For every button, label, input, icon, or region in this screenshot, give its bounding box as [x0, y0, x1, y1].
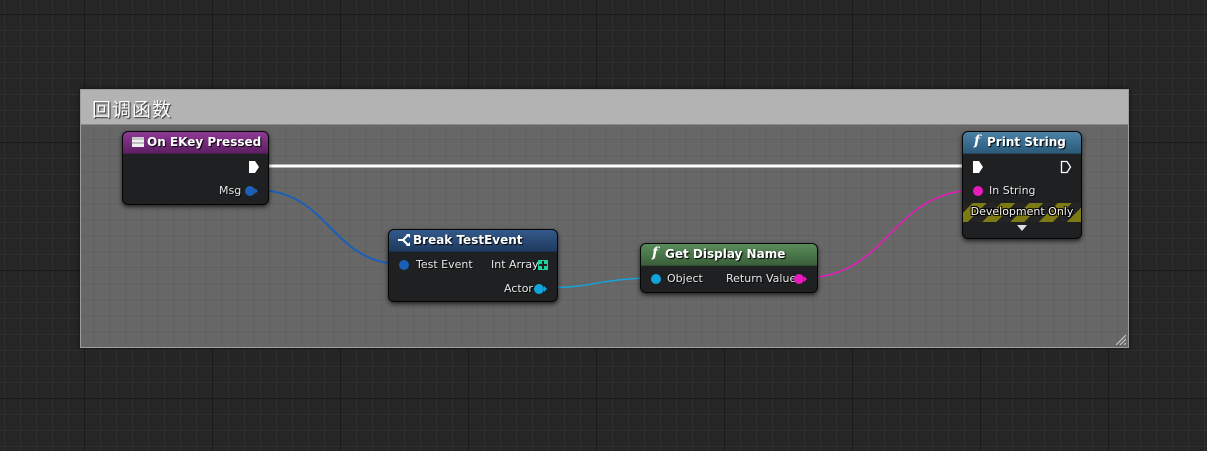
development-only-label: Development Only	[970, 205, 1074, 218]
function-icon: f	[974, 133, 981, 149]
node-print-string[interactable]: f Print String In String Development Onl…	[962, 131, 1082, 239]
int-array-pin[interactable]	[538, 260, 548, 270]
exec-out-pin[interactable]	[1060, 160, 1072, 174]
node-on-ekey-pressed[interactable]: On EKey Pressed Msg	[122, 131, 269, 205]
development-only-banner: Development Only	[963, 203, 1081, 222]
comment-header[interactable]: 回调函数	[81, 90, 1128, 125]
resize-grip-icon[interactable]	[1114, 333, 1126, 345]
node-title: On EKey Pressed	[147, 135, 262, 149]
in-string-pin[interactable]	[972, 185, 986, 197]
event-icon	[132, 137, 144, 147]
object-pin[interactable]	[650, 273, 664, 285]
pin-label-object: Object	[667, 272, 703, 285]
exec-out-pin[interactable]	[248, 160, 260, 174]
break-struct-icon	[398, 234, 410, 246]
pin-label-test-event: Test Event	[416, 258, 473, 271]
pin-label-in-string: In String	[989, 184, 1036, 197]
pin-label-int-array: Int Array	[491, 258, 539, 271]
exec-in-pin[interactable]	[972, 160, 984, 174]
comment-title: 回调函数	[92, 99, 173, 121]
expand-arrow-icon[interactable]	[1017, 225, 1027, 231]
pin-label-actor: Actor	[504, 282, 533, 295]
node-get-display-name[interactable]: f Get Display Name Object Return Value	[640, 243, 818, 293]
test-event-pin[interactable]	[398, 259, 412, 271]
return-value-pin[interactable]	[794, 273, 808, 285]
msg-struct-pin[interactable]	[245, 185, 259, 197]
node-break-testevent[interactable]: Break TestEvent Test Event Int Array Act…	[388, 229, 558, 302]
node-title: Get Display Name	[665, 247, 786, 261]
pin-label-return-value: Return Value	[726, 272, 797, 285]
node-title: Print String	[987, 135, 1066, 149]
pin-label-msg: Msg	[219, 184, 242, 197]
function-icon: f	[652, 245, 659, 261]
node-title: Break TestEvent	[413, 233, 523, 247]
actor-pin[interactable]	[534, 283, 548, 295]
